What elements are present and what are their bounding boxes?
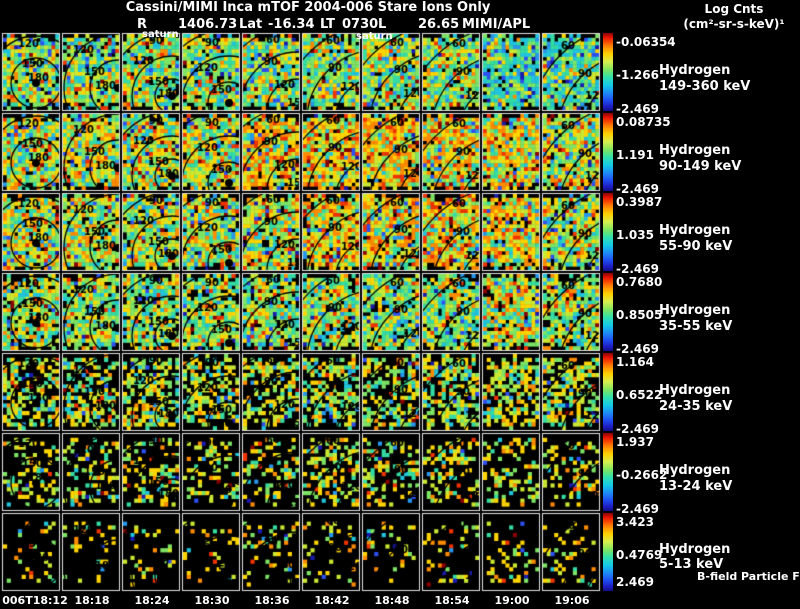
cb-max: 1.937 [616,435,654,449]
species-label: Hydrogen [659,63,731,78]
species-label: Hydrogen [659,143,731,158]
energy-label: 55-90 keV [659,239,733,254]
units-line: (cm²-sr-s-keV)¹ [683,17,785,31]
species-label: Hydrogen [659,303,731,318]
species-label: Hydrogen [659,463,731,478]
energy-label: 149-360 keV [659,79,751,94]
time-tick: 18:48 [374,594,410,607]
cb-min: -2.469 [616,182,659,196]
time-tick: 19:00 [494,594,530,607]
cb-max: 0.08735 [616,115,671,129]
l-value: 26.65 [418,17,460,32]
time-tick: 18:18 [74,594,110,607]
units-block: Log Cnts (cm²-sr-s-keV)¹ [668,2,800,31]
l-label: L [378,17,387,32]
time-tick: 18:54 [434,594,470,607]
cb-max: 0.3987 [616,195,663,209]
mimi-inca-display: Cassini/MIMI Inca mTOF 2004-006 Stare Io… [0,0,800,609]
bfield-flow-label: B-field Particle Flow [697,570,800,583]
energy-label: 90-149 keV [659,159,742,174]
time-tick: 18:30 [194,594,230,607]
saturn-label: saturn [142,29,179,40]
time-tick: 18:42 [314,594,350,607]
energy-label: 24-35 keV [659,399,733,414]
colorbar-row1 [603,33,613,111]
colorbar-row7 [603,513,613,591]
time-tick: 18:36 [254,594,290,607]
lat-label: Lat [239,17,263,32]
energy-label: 13-24 keV [659,479,733,494]
time-tick: 19:06 [554,594,590,607]
radius-value: 1406.73 [178,17,238,32]
cb-mid: 0.6522 [616,388,663,402]
page-title: Cassini/MIMI Inca mTOF 2004-006 Stare Io… [125,0,491,15]
cb-mid: -1.266 [616,68,659,82]
time-tick: 18:24 [134,594,170,607]
cb-max: -0.06354 [616,35,676,49]
species-label: Hydrogen [659,383,731,398]
lat-value: -16.34 [268,17,315,32]
lt-value: 0730 [342,17,379,32]
cb-max: 0.7680 [616,275,663,289]
energy-label: 35-55 keV [659,319,733,334]
cb-min: 2.469 [616,575,654,589]
cb-mid: 0.4769 [616,548,663,562]
cb-min: -2.469 [616,102,659,116]
colorbar-row3 [603,193,613,271]
cb-mid: 1.191 [616,148,654,162]
cb-min: -2.469 [616,262,659,276]
cb-mid: 0.8505 [616,308,663,322]
colorbar-row5 [603,353,613,431]
species-label: Hydrogen [659,223,731,238]
colorbar-row4 [603,273,613,351]
cb-mid: 1.035 [616,228,654,242]
saturn-label: saturn [356,31,393,42]
cb-max: 1.164 [616,355,654,369]
cb-max: 3.423 [616,515,654,529]
colorbar-row6 [603,433,613,511]
cb-min: -2.469 [616,502,659,516]
units-title: Log Cnts [704,2,764,16]
lt-label: LT [320,17,335,32]
credit-label: MIMI/APL [462,17,531,32]
cb-min: -2.469 [616,422,659,436]
species-label: Hydrogen [659,542,731,557]
colorbar-row2 [603,113,613,191]
cb-min: -2.469 [616,342,659,356]
